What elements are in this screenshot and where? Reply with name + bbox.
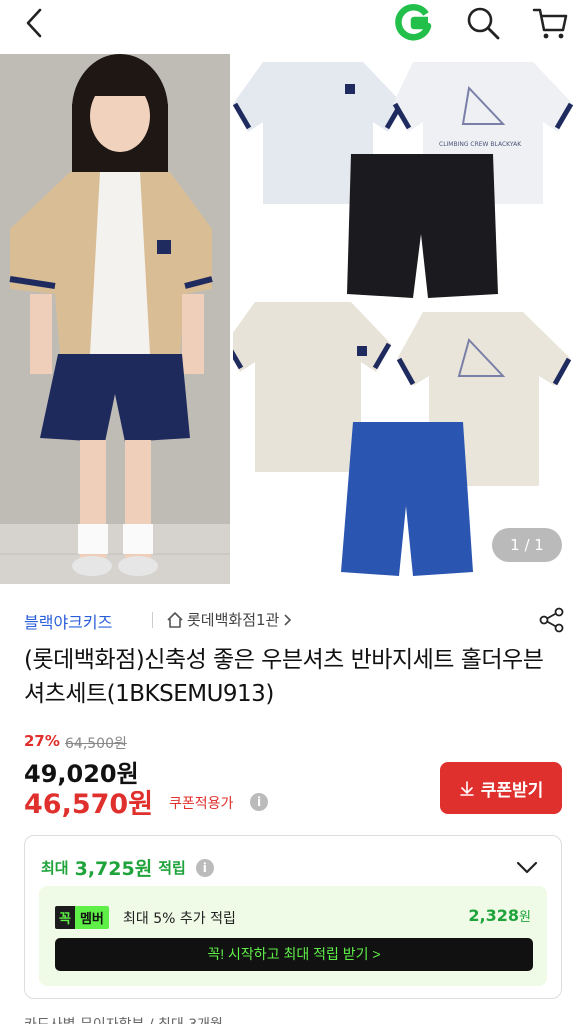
- brand-link[interactable]: 블랙야크키즈: [24, 609, 112, 633]
- membership-amount-unit: 원: [519, 910, 531, 925]
- membership-amount-value: 2,328: [468, 906, 520, 925]
- reward-earn-label: 적립: [158, 859, 186, 877]
- share-icon[interactable]: [538, 606, 566, 634]
- discount-rate: 27%: [24, 732, 60, 750]
- cart-icon[interactable]: [530, 2, 570, 42]
- coupon-button-label: 쿠폰받기: [480, 780, 544, 800]
- coupon-applied-label: 쿠폰적용가: [169, 796, 234, 812]
- coupon-price: 46,570원: [24, 789, 154, 820]
- gallery-pager: 1 / 1: [492, 528, 562, 562]
- membership-box: 꼭 멤버 최대 5% 추가 적립 2,328원 꼭! 시작하고 최대 적립 받기…: [39, 886, 547, 986]
- product-photo-set-flatlay: CLIMBING CREW BLACKYAK: [233, 54, 585, 584]
- svg-text:CLIMBING CREW BLACKYAK: CLIMBING CREW BLACKYAK: [439, 141, 522, 148]
- reward-max-label: 최대: [41, 859, 69, 877]
- membership-badge-mark: 꼭: [55, 906, 75, 929]
- membership-join-button[interactable]: 꼭! 시작하고 최대 적립 받기 >: [55, 938, 533, 971]
- chevron-down-icon[interactable]: [515, 858, 539, 876]
- coupon-download-button[interactable]: 쿠폰받기: [440, 762, 562, 814]
- store-icon: [167, 611, 183, 628]
- product-photo-child-model: [0, 54, 230, 584]
- info-icon[interactable]: i: [250, 793, 268, 811]
- membership-badge-text: 멤버: [74, 906, 109, 929]
- download-arrow-icon: [459, 781, 474, 796]
- divider: [152, 612, 153, 628]
- product-gallery[interactable]: CLIMBING CREW BLACKYAK 1 / 1: [0, 54, 585, 584]
- store-link[interactable]: 롯데백화점1관: [166, 609, 292, 630]
- reward-box: 최대 3,725원 적립 i 꼭 멤버 최대 5% 추가 적립 2,328원 꼭…: [24, 835, 562, 999]
- reward-header[interactable]: 최대 3,725원 적립 i: [41, 854, 214, 881]
- chevron-left-icon[interactable]: [18, 6, 52, 40]
- search-icon[interactable]: [464, 4, 502, 42]
- brand-row: 블랙야크키즈 롯데백화점1관: [24, 606, 564, 634]
- reward-max-amount: 3,725원: [74, 858, 153, 880]
- membership-benefit: 최대 5% 추가 적립: [123, 911, 236, 927]
- membership-badge: 꼭 멤버: [55, 906, 109, 929]
- chevron-right-icon: [284, 613, 292, 626]
- top-bar: [0, 0, 585, 46]
- product-title: (롯데백화점)신축성 좋은 우븐셔츠 반바지세트 홀더우븐셔츠세트(1BKSEM…: [24, 647, 544, 707]
- membership-amount: 2,328원: [468, 906, 531, 925]
- original-price: 64,500원: [65, 736, 127, 752]
- info-icon[interactable]: i: [195, 858, 214, 877]
- installment-note: 카드사별 무이자할부 / 최대 3개월: [24, 1014, 223, 1024]
- store-name: 롯데백화점1관: [187, 611, 280, 629]
- g-logo-icon[interactable]: [393, 2, 433, 42]
